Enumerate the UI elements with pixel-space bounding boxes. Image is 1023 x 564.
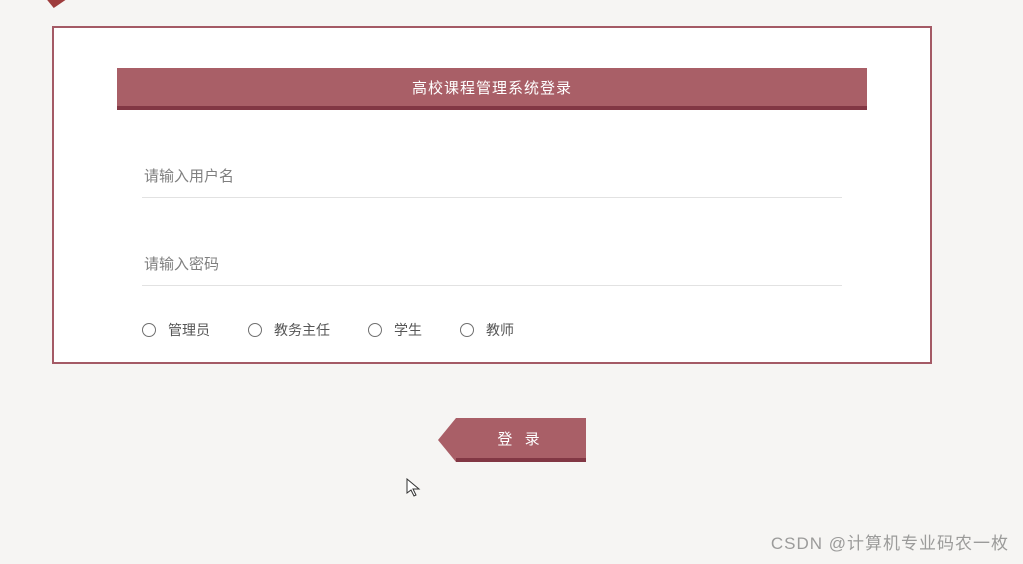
radio-icon — [460, 323, 474, 337]
username-input[interactable] — [142, 158, 842, 198]
password-field-wrap — [142, 246, 842, 286]
login-button-label: 登 录 — [456, 418, 586, 462]
role-options: 管理员 教务主任 学生 教师 — [142, 320, 842, 340]
password-input[interactable] — [142, 246, 842, 286]
role-option-teacher[interactable]: 教师 — [460, 320, 514, 340]
role-option-student[interactable]: 学生 — [368, 320, 422, 340]
role-label: 教务主任 — [274, 320, 330, 340]
corner-logo — [38, 0, 75, 8]
watermark-text: CSDN @计算机专业码农一枚 — [771, 529, 1009, 554]
role-option-dean[interactable]: 教务主任 — [248, 320, 330, 340]
login-panel: 高校课程管理系统登录 管理员 教务主任 学生 — [52, 26, 932, 364]
arrow-left-icon — [438, 418, 456, 462]
radio-icon — [368, 323, 382, 337]
role-option-admin[interactable]: 管理员 — [142, 320, 210, 340]
login-button[interactable]: 登 录 — [438, 418, 586, 462]
cursor-icon — [406, 478, 422, 498]
login-form: 管理员 教务主任 学生 教师 — [142, 158, 842, 340]
role-label: 管理员 — [168, 320, 210, 340]
radio-icon — [248, 323, 262, 337]
role-label: 学生 — [394, 320, 422, 340]
role-label: 教师 — [486, 320, 514, 340]
radio-icon — [142, 323, 156, 337]
panel-title: 高校课程管理系统登录 — [117, 68, 867, 110]
username-field-wrap — [142, 158, 842, 198]
